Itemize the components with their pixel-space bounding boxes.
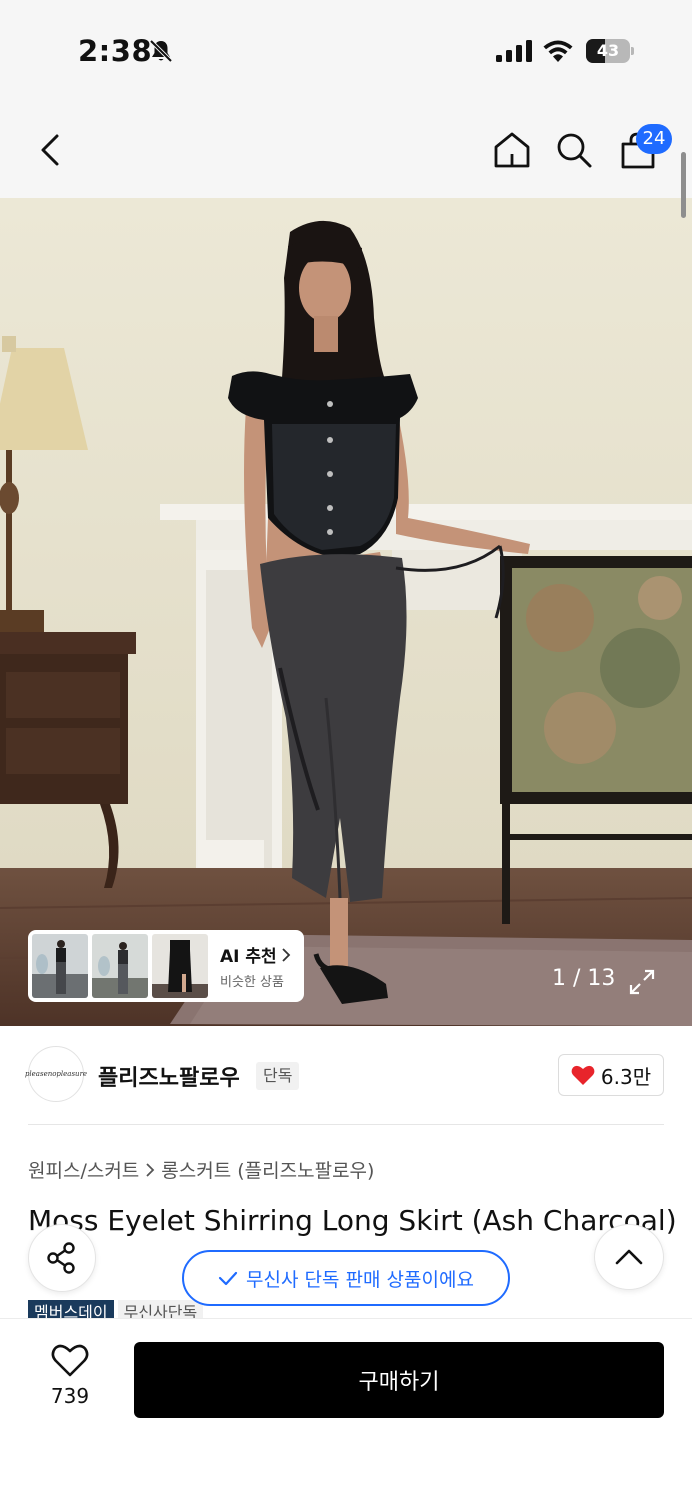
product-photo (0, 198, 692, 1026)
breadcrumb-subcategory[interactable]: 롱스커트 (플리즈노팔로우) (161, 1156, 374, 1183)
battery-icon: 43 (586, 39, 634, 63)
ai-thumbnail-2 (92, 934, 148, 998)
ai-recommendation-title: AI 추천 (220, 947, 277, 967)
heart-filled-icon (571, 1065, 595, 1085)
home-icon (494, 132, 530, 168)
brand-like-button[interactable]: 6.3만 (558, 1054, 664, 1096)
exclusive-notice-text: 무신사 단독 판매 상품이에요 (246, 1268, 474, 1291)
check-icon (218, 1271, 238, 1286)
chevron-left-icon (41, 134, 59, 166)
exclusive-tag: 단독 (256, 1062, 300, 1090)
chevron-right-icon (282, 947, 290, 962)
ai-recommendation-subtitle: 비슷한 상품 (220, 975, 284, 990)
battery-level: 43 (596, 41, 620, 60)
share-icon (47, 1242, 75, 1274)
back-button[interactable] (26, 122, 74, 178)
cart-count-badge: 24 (636, 124, 672, 154)
breadcrumb-category[interactable]: 원피스/스커트 (28, 1156, 139, 1183)
ai-thumbnail-3 (152, 934, 208, 998)
brand-name[interactable]: 플리즈노팔로우 (98, 1060, 240, 1092)
exclusive-notice-pill[interactable]: 무신사 단독 판매 상품이에요 (182, 1250, 510, 1306)
ai-recommendation-card[interactable]: AI 추천 비슷한 상품 (28, 930, 304, 1002)
wishlist-button[interactable]: 739 (34, 1344, 106, 1416)
ai-thumbnail-1 (32, 934, 88, 998)
wishlist-count: 739 (50, 1384, 90, 1408)
product-image-gallery[interactable] (0, 198, 692, 1026)
breadcrumb: 원피스/스커트 롱스커트 (플리즈노팔로우) (28, 1156, 374, 1183)
bell-off-icon (149, 39, 173, 63)
chevron-right-icon (146, 1162, 155, 1177)
wifi-icon (543, 40, 573, 62)
buy-button[interactable]: 구매하기 (134, 1342, 664, 1418)
status-bar: 2:38 43 (0, 0, 692, 100)
brand-logo-text: pleasenopleasure (24, 1070, 88, 1078)
cellular-signal-icon (496, 40, 532, 62)
top-navigation (0, 100, 692, 198)
heart-outline-icon (51, 1344, 89, 1377)
scroll-indicator (681, 152, 686, 218)
home-button[interactable] (488, 122, 536, 178)
search-icon (557, 133, 592, 168)
chevron-up-icon (615, 1249, 643, 1265)
share-button[interactable] (28, 1224, 96, 1292)
image-counter: 1 / 13 (552, 966, 616, 991)
scroll-to-top-button[interactable] (594, 1224, 664, 1290)
divider (28, 1124, 664, 1125)
brand-logo[interactable]: pleasenopleasure (24, 1046, 88, 1102)
product-title: Moss Eyelet Shirring Long Skirt (Ash Cha… (28, 1204, 677, 1237)
brand-like-count: 6.3만 (600, 1064, 652, 1089)
search-button[interactable] (550, 122, 598, 178)
expand-icon[interactable] (628, 968, 656, 996)
status-time: 2:38 (78, 34, 153, 68)
